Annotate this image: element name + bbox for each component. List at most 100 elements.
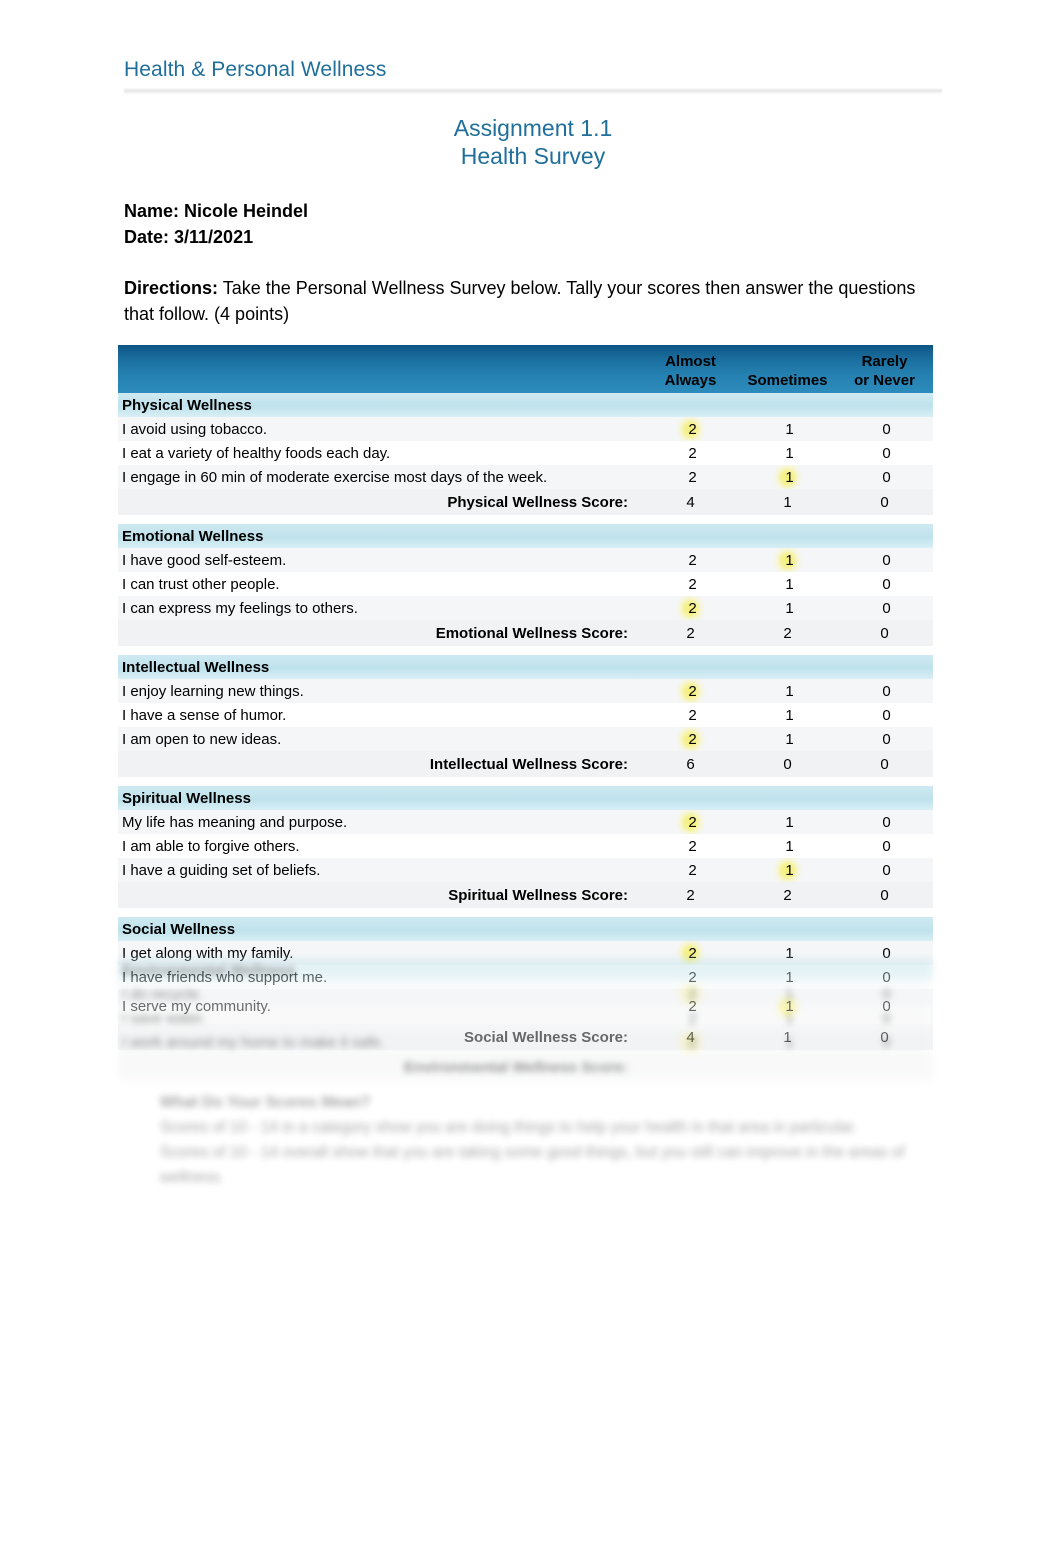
answer-cell-rarely-or-never[interactable]: 0 — [836, 1006, 934, 1030]
section-score-row: Spiritual Wellness Score: 2 2 0 — [118, 882, 933, 908]
answer-cell-rarely-or-never[interactable]: 0 — [836, 834, 933, 858]
survey-item-text: I can trust other people. — [118, 572, 642, 596]
answer-cell-almost-always[interactable]: 2 — [642, 982, 739, 1006]
answer-cell-sometimes[interactable]: 1 — [739, 982, 836, 1006]
answer-cell-sometimes[interactable]: 1 — [739, 703, 836, 727]
section-spacer — [118, 908, 933, 917]
answer-cell-sometimes[interactable]: 1 — [739, 596, 836, 620]
answer-cell-rarely-or-never[interactable]: 0 — [836, 858, 933, 882]
document-page: Health & Personal Wellness Assignment 1.… — [0, 0, 1062, 1556]
answer-cell-sometimes[interactable]: 1 — [739, 548, 836, 572]
answer-cell-rarely-or-never[interactable]: 0 — [836, 1030, 934, 1054]
answer-cell-rarely-or-never[interactable]: 0 — [836, 810, 933, 834]
answer-cell-almost-always[interactable]: 2 — [642, 1030, 739, 1054]
answer-cell-sometimes[interactable]: 1 — [739, 441, 836, 465]
column-header-item — [118, 345, 642, 393]
section-title: Emotional Wellness — [118, 524, 933, 548]
section-score-label: Physical Wellness Score: — [118, 489, 642, 515]
answer-cell-sometimes[interactable]: 1 — [739, 858, 836, 882]
section-title: Environmental Wellness — [118, 958, 934, 982]
section-score-rarely: 0 — [836, 882, 933, 908]
survey-item-text: I do recycle. — [118, 982, 642, 1006]
answer-cell-sometimes[interactable]: 1 — [739, 727, 836, 751]
section-score-row: Emotional Wellness Score: 2 2 0 — [118, 620, 933, 646]
section-score-sometimes: 2 — [739, 620, 836, 646]
section-header-row: Social Wellness — [118, 917, 933, 941]
survey-item-row: I enjoy learning new things. 2 1 0 — [118, 679, 933, 703]
answer-cell-rarely-or-never[interactable]: 0 — [836, 679, 933, 703]
answer-cell-almost-always[interactable]: 2 — [642, 703, 739, 727]
section-score-row: Intellectual Wellness Score: 6 0 0 — [118, 751, 933, 777]
section-score-label: Emotional Wellness Score: — [118, 620, 642, 646]
answer-cell-rarely-or-never[interactable]: 0 — [836, 441, 933, 465]
note-paragraph-2: Scores of 10 - 14 overall show that you … — [160, 1144, 905, 1186]
spacer-cell — [118, 515, 933, 524]
answer-cell-rarely-or-never[interactable]: 0 — [836, 548, 933, 572]
scores-meaning-note-faded: What Do Your Scores Mean? Scores of 10 -… — [160, 1090, 940, 1190]
survey-item-text: I avoid using tobacco. — [118, 417, 642, 441]
section-score-always: 4 — [642, 489, 739, 515]
section-score-sometimes: 1 — [739, 489, 836, 515]
survey-item-row: I am open to new ideas. 2 1 0 — [118, 727, 933, 751]
answer-cell-rarely-or-never[interactable]: 0 — [836, 417, 933, 441]
spacer-cell — [118, 646, 933, 655]
answer-cell-rarely-or-never[interactable]: 0 — [836, 703, 933, 727]
directions-text: Take the Personal Wellness Survey below.… — [124, 278, 916, 324]
header-spacer — [739, 352, 836, 371]
answer-cell-sometimes[interactable]: 1 — [739, 834, 836, 858]
directions-label: Directions: — [124, 278, 219, 298]
answer-cell-sometimes[interactable]: 1 — [739, 1006, 836, 1030]
answer-cell-almost-always[interactable]: 2 — [642, 679, 739, 703]
answer-cell-almost-always[interactable]: 2 — [642, 1006, 739, 1030]
section-spacer — [118, 646, 933, 655]
answer-cell-almost-always[interactable]: 2 — [642, 572, 739, 596]
answer-cell-sometimes[interactable]: 1 — [739, 572, 836, 596]
table-header-row: Almost Always Sometimes Rarely or Never — [118, 345, 933, 393]
note-paragraph-1: Scores of 10 - 14 in a category show you… — [160, 1119, 858, 1136]
section-score-rarely: 0 — [836, 489, 933, 515]
answer-cell-almost-always[interactable]: 2 — [642, 441, 739, 465]
answer-cell-sometimes[interactable]: 1 — [739, 1030, 836, 1054]
environmental-wellness-section-faded: Environmental Wellness I do recycle. 2 1 0 I … — [118, 958, 934, 1080]
section-score-rarely: 0 — [836, 751, 933, 777]
survey-item-text: I engage in 60 min of moderate exercise … — [118, 465, 642, 489]
survey-item-row: I work around my home to make it safe. 2 1… — [118, 1030, 934, 1054]
answer-cell-sometimes[interactable]: 1 — [739, 679, 836, 703]
wellness-survey-table: Almost Always Sometimes Rarely or Never … — [118, 345, 933, 1050]
assignment-date: Date: 3/11/2021 — [124, 226, 254, 247]
directions-block: Directions: Take the Personal Wellness S… — [124, 276, 936, 327]
answer-cell-rarely-or-never[interactable]: 0 — [836, 572, 933, 596]
answer-cell-almost-always[interactable]: 2 — [642, 417, 739, 441]
answer-cell-almost-always[interactable]: 2 — [642, 548, 739, 572]
survey-item-text: I save water. — [118, 1006, 642, 1030]
answer-cell-sometimes[interactable]: 1 — [739, 810, 836, 834]
column-header-almost-always: Almost Always — [642, 345, 739, 393]
survey-item-row: I eat a variety of healthy foods each da… — [118, 441, 933, 465]
survey-item-row: I do recycle. 2 1 0 — [118, 982, 934, 1006]
answer-cell-rarely-or-never[interactable]: 0 — [836, 596, 933, 620]
section-title: Social Wellness — [118, 917, 933, 941]
header-line-1: Rarely — [861, 353, 908, 370]
answer-cell-rarely-or-never[interactable]: 0 — [836, 465, 933, 489]
student-meta: Name: Nicole Heindel Date: 3/11/2021 — [124, 199, 942, 250]
section-title: Spiritual Wellness — [118, 786, 933, 810]
answer-cell-rarely-or-never[interactable]: 0 — [836, 727, 933, 751]
column-header-rarely-or-never: Rarely or Never — [836, 345, 933, 393]
survey-item-row: I have a guiding set of beliefs. 2 1 0 — [118, 858, 933, 882]
answer-cell-almost-always[interactable]: 2 — [642, 858, 739, 882]
answer-cell-almost-always[interactable]: 2 — [642, 727, 739, 751]
answer-cell-sometimes[interactable]: 1 — [739, 465, 836, 489]
answer-cell-almost-always[interactable]: 2 — [642, 465, 739, 489]
answer-cell-almost-always[interactable]: 2 — [642, 834, 739, 858]
section-score-sometimes: 2 — [739, 882, 836, 908]
header-divider — [124, 88, 942, 94]
survey-item-text: I have a sense of humor. — [118, 703, 642, 727]
answer-cell-sometimes[interactable]: 1 — [739, 417, 836, 441]
answer-cell-almost-always[interactable]: 2 — [642, 596, 739, 620]
section-title: Intellectual Wellness — [118, 655, 933, 679]
survey-item-text: I eat a variety of healthy foods each da… — [118, 441, 642, 465]
answer-cell-rarely-or-never[interactable]: 0 — [836, 982, 934, 1006]
page-title: Assignment 1.1 Health Survey — [124, 114, 942, 170]
section-score-label: Intellectual Wellness Score: — [118, 751, 642, 777]
answer-cell-almost-always[interactable]: 2 — [642, 810, 739, 834]
